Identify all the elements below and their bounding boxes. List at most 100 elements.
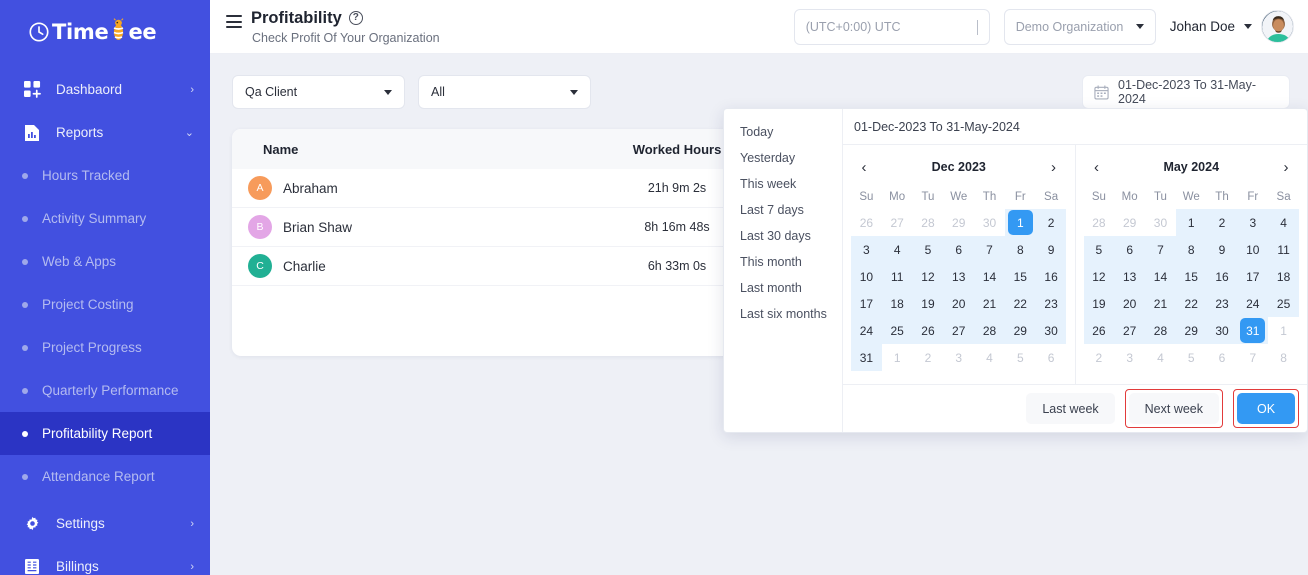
calendar-day[interactable]: 22 — [1175, 290, 1207, 317]
sidebar-item-attendance-report[interactable]: Attendance Report — [0, 455, 210, 498]
next-week-button[interactable]: Next week — [1128, 393, 1219, 424]
calendar-day-selected[interactable]: 31 — [1237, 317, 1269, 344]
calendar-day[interactable]: 14 — [974, 263, 1005, 290]
calendar-day[interactable]: 30 — [1035, 317, 1067, 344]
calendar-day[interactable]: 13 — [1114, 263, 1146, 290]
preset-this-week[interactable]: This week — [724, 171, 842, 197]
calendar-day[interactable]: 30 — [1145, 209, 1176, 236]
calendar-day[interactable]: 9 — [1206, 236, 1238, 263]
help-icon[interactable]: ? — [348, 11, 363, 25]
calendar-day[interactable]: 29 — [1114, 209, 1145, 236]
calendar-day[interactable]: 29 — [943, 209, 974, 236]
calendar-day[interactable]: 28 — [1145, 317, 1176, 344]
calendar-day[interactable]: 7 — [1237, 344, 1268, 371]
calendar-day[interactable]: 28 — [974, 317, 1005, 344]
calendar-day[interactable]: 29 — [1004, 317, 1036, 344]
calendar-day[interactable]: 5 — [1083, 236, 1115, 263]
next-month-icon[interactable]: › — [1279, 160, 1293, 175]
user-menu[interactable]: Johan Doe — [1170, 10, 1294, 43]
calendar-day[interactable]: 29 — [1175, 317, 1207, 344]
calendar-day[interactable]: 4 — [974, 344, 1005, 371]
calendar-day[interactable]: 14 — [1145, 263, 1176, 290]
sidebar-item-settings[interactable]: Settings › — [0, 502, 210, 545]
timezone-select[interactable]: (UTC+0:00) UTC — [793, 8, 990, 45]
sidebar-item-web-apps[interactable]: Web & Apps — [0, 240, 210, 283]
calendar-day[interactable]: 1 — [882, 344, 913, 371]
calendar-day[interactable]: 6 — [1207, 344, 1238, 371]
sidebar-item-dashboard[interactable]: Dashbaord › — [0, 68, 210, 111]
calendar-day[interactable]: 2 — [1206, 209, 1238, 236]
calendar-day[interactable]: 21 — [974, 290, 1005, 317]
preset-this-month[interactable]: This month — [724, 249, 842, 275]
calendar-day[interactable]: 3 — [943, 344, 974, 371]
calendar-day[interactable]: 27 — [1114, 317, 1146, 344]
calendar-day[interactable]: 18 — [881, 290, 913, 317]
calendar-day-selected[interactable]: 1 — [1004, 209, 1036, 236]
calendar-day[interactable]: 18 — [1268, 263, 1299, 290]
calendar-day[interactable]: 3 — [851, 236, 882, 263]
calendar-day[interactable]: 13 — [943, 263, 975, 290]
calendar-day[interactable]: 8 — [1175, 236, 1207, 263]
sidebar-item-billings[interactable]: Billings › — [0, 545, 210, 575]
calendar-day[interactable]: 19 — [912, 290, 944, 317]
calendar-day[interactable]: 26 — [912, 317, 944, 344]
calendar-day[interactable]: 26 — [851, 209, 882, 236]
calendar-day[interactable]: 24 — [851, 317, 882, 344]
calendar-day[interactable]: 7 — [1145, 236, 1176, 263]
calendar-day[interactable]: 20 — [943, 290, 975, 317]
calendar-day[interactable]: 11 — [881, 263, 913, 290]
calendar-day[interactable]: 1 — [1175, 209, 1207, 236]
prev-month-icon[interactable]: ‹ — [857, 160, 871, 175]
calendar-day[interactable]: 4 — [1145, 344, 1176, 371]
ok-button[interactable]: OK — [1237, 393, 1295, 424]
user-avatar[interactable] — [1261, 10, 1294, 43]
sidebar-item-reports[interactable]: Reports ⌄ — [0, 111, 210, 154]
calendar-day[interactable]: 6 — [1036, 344, 1067, 371]
calendar-day[interactable]: 19 — [1083, 290, 1115, 317]
calendar-day[interactable]: 6 — [943, 236, 975, 263]
organization-select[interactable]: Demo Organization — [1003, 8, 1156, 45]
calendar-day[interactable]: 10 — [1237, 236, 1269, 263]
next-month-icon[interactable]: › — [1047, 160, 1061, 175]
calendar-day[interactable]: 23 — [1206, 290, 1238, 317]
calendar-day[interactable]: 9 — [1035, 236, 1067, 263]
preset-last-month[interactable]: Last month — [724, 275, 842, 301]
preset-last-7-days[interactable]: Last 7 days — [724, 197, 842, 223]
sidebar-item-hours-tracked[interactable]: Hours Tracked — [0, 154, 210, 197]
calendar-day[interactable]: 5 — [1005, 344, 1036, 371]
preset-last-30-days[interactable]: Last 30 days — [724, 223, 842, 249]
calendar-day[interactable]: 23 — [1035, 290, 1067, 317]
calendar-day[interactable]: 7 — [974, 236, 1005, 263]
calendar-day[interactable]: 1 — [1268, 317, 1299, 344]
calendar-day[interactable]: 26 — [1083, 317, 1115, 344]
calendar-day[interactable]: 4 — [881, 236, 913, 263]
calendar-day[interactable]: 8 — [1004, 236, 1036, 263]
app-logo[interactable]: Time ee — [0, 0, 210, 63]
calendar-day[interactable]: 3 — [1237, 209, 1269, 236]
calendar-day[interactable]: 11 — [1268, 236, 1299, 263]
calendar-day[interactable]: 17 — [1237, 263, 1269, 290]
calendar-day[interactable]: 2 — [1035, 209, 1067, 236]
calendar-day[interactable]: 27 — [943, 317, 975, 344]
calendar-day[interactable]: 25 — [1268, 290, 1299, 317]
calendar-day[interactable]: 28 — [1084, 209, 1115, 236]
preset-last-six-months[interactable]: Last six months — [724, 301, 842, 327]
calendar-day[interactable]: 25 — [881, 317, 913, 344]
hamburger-menu-icon[interactable] — [226, 15, 242, 28]
calendar-day[interactable]: 6 — [1114, 236, 1146, 263]
calendar-day[interactable]: 31 — [851, 344, 882, 371]
calendar-day[interactable]: 20 — [1114, 290, 1146, 317]
sidebar-item-project-costing[interactable]: Project Costing — [0, 283, 210, 326]
calendar-day[interactable]: 5 — [912, 236, 944, 263]
calendar-day[interactable]: 15 — [1175, 263, 1207, 290]
calendar-day[interactable]: 8 — [1268, 344, 1299, 371]
calendar-day[interactable]: 2 — [1084, 344, 1115, 371]
calendar-day[interactable]: 28 — [913, 209, 944, 236]
calendar-day[interactable]: 16 — [1206, 263, 1238, 290]
calendar-day[interactable]: 2 — [913, 344, 944, 371]
last-week-button[interactable]: Last week — [1026, 393, 1115, 424]
calendar-day[interactable]: 30 — [974, 209, 1005, 236]
calendar-day[interactable]: 4 — [1268, 209, 1299, 236]
calendar-day[interactable]: 22 — [1004, 290, 1036, 317]
sidebar-item-profitability-report[interactable]: Profitability Report — [0, 412, 210, 455]
